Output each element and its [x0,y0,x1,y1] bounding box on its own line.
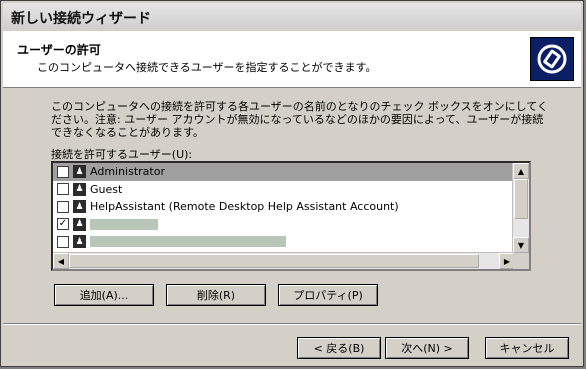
delete-button[interactable]: 削除(R) [166,284,266,306]
user-list-item[interactable]: ✓ ♟ [53,216,515,234]
scroll-up-icon[interactable]: ▲ [513,163,529,179]
redacted-user-name [90,236,286,248]
user-icon: ♟ [73,217,86,231]
back-button[interactable]: < 戻る(B) [297,337,381,359]
redacted-user-name [90,218,158,230]
user-checkbox[interactable] [57,165,69,178]
user-checkbox[interactable] [57,200,69,213]
window-title: 新しい接続ウィザード [11,11,151,27]
properties-button[interactable]: プロパティ(P) [278,284,378,306]
instructions-text: このコンピュータへの接続を許可する各ユーザーの名前のとなりのチェック ボックスを… [51,100,548,139]
cancel-button[interactable]: キャンセル [485,337,569,359]
scroll-left-icon[interactable]: ◀ [53,253,69,269]
user-icon: ♟ [73,182,86,196]
horizontal-scrollbar[interactable]: ◀ ▶ [53,252,515,269]
user-list-item[interactable]: ♟ HelpAssistant (Remote Desktop Help Assi… [53,198,515,216]
user-checkbox[interactable] [57,183,69,196]
vertical-scroll-thumb[interactable] [514,179,528,219]
user-name: Guest [90,182,123,196]
page-title: ユーザーの許可 [17,43,101,57]
page-subtitle: このコンピュータへ接続できるユーザーを指定することができます。 [37,61,377,74]
user-name: HelpAssistant (Remote Desktop Help Assis… [90,200,399,214]
user-list-item[interactable]: ♟ Guest [53,181,515,199]
user-list-item[interactable]: ♟ [53,233,515,251]
title-bar: 新しい接続ウィザード [3,3,581,29]
user-icon: ♟ [73,235,86,249]
user-list-item[interactable]: ♟ Administrator [53,163,515,181]
user-checkbox[interactable] [57,235,69,248]
vertical-scrollbar[interactable]: ▲ ▼ [512,163,529,253]
scroll-corner [513,253,529,269]
users-list-rows: ♟ Administrator ♟ Guest ♟ HelpAssistant (Remo… [53,163,515,253]
wizard-header: ユーザーの許可 このコンピュータへ接続できるユーザーを指定することができます。 [3,31,581,88]
user-name: Administrator [90,165,165,179]
footer-separator [3,323,581,325]
add-button[interactable]: 追加(A)... [54,284,154,306]
user-icon: ♟ [73,165,86,179]
user-icon: ♟ [73,200,86,214]
wizard-window: 新しい接続ウィザード ユーザーの許可 このコンピュータへ接続できるユーザーを指定… [0,0,584,367]
wizard-connection-icon [530,37,574,81]
scroll-down-icon[interactable]: ▼ [513,237,529,253]
users-list-label: 接続を許可するユーザー(U): [51,148,193,161]
users-listbox[interactable]: ♟ Administrator ♟ Guest ♟ HelpAssistant (Remo… [51,161,531,271]
user-checkbox[interactable]: ✓ [57,218,69,231]
horizontal-scroll-thumb[interactable] [69,254,479,268]
next-button[interactable]: 次へ(N) > [385,337,469,359]
